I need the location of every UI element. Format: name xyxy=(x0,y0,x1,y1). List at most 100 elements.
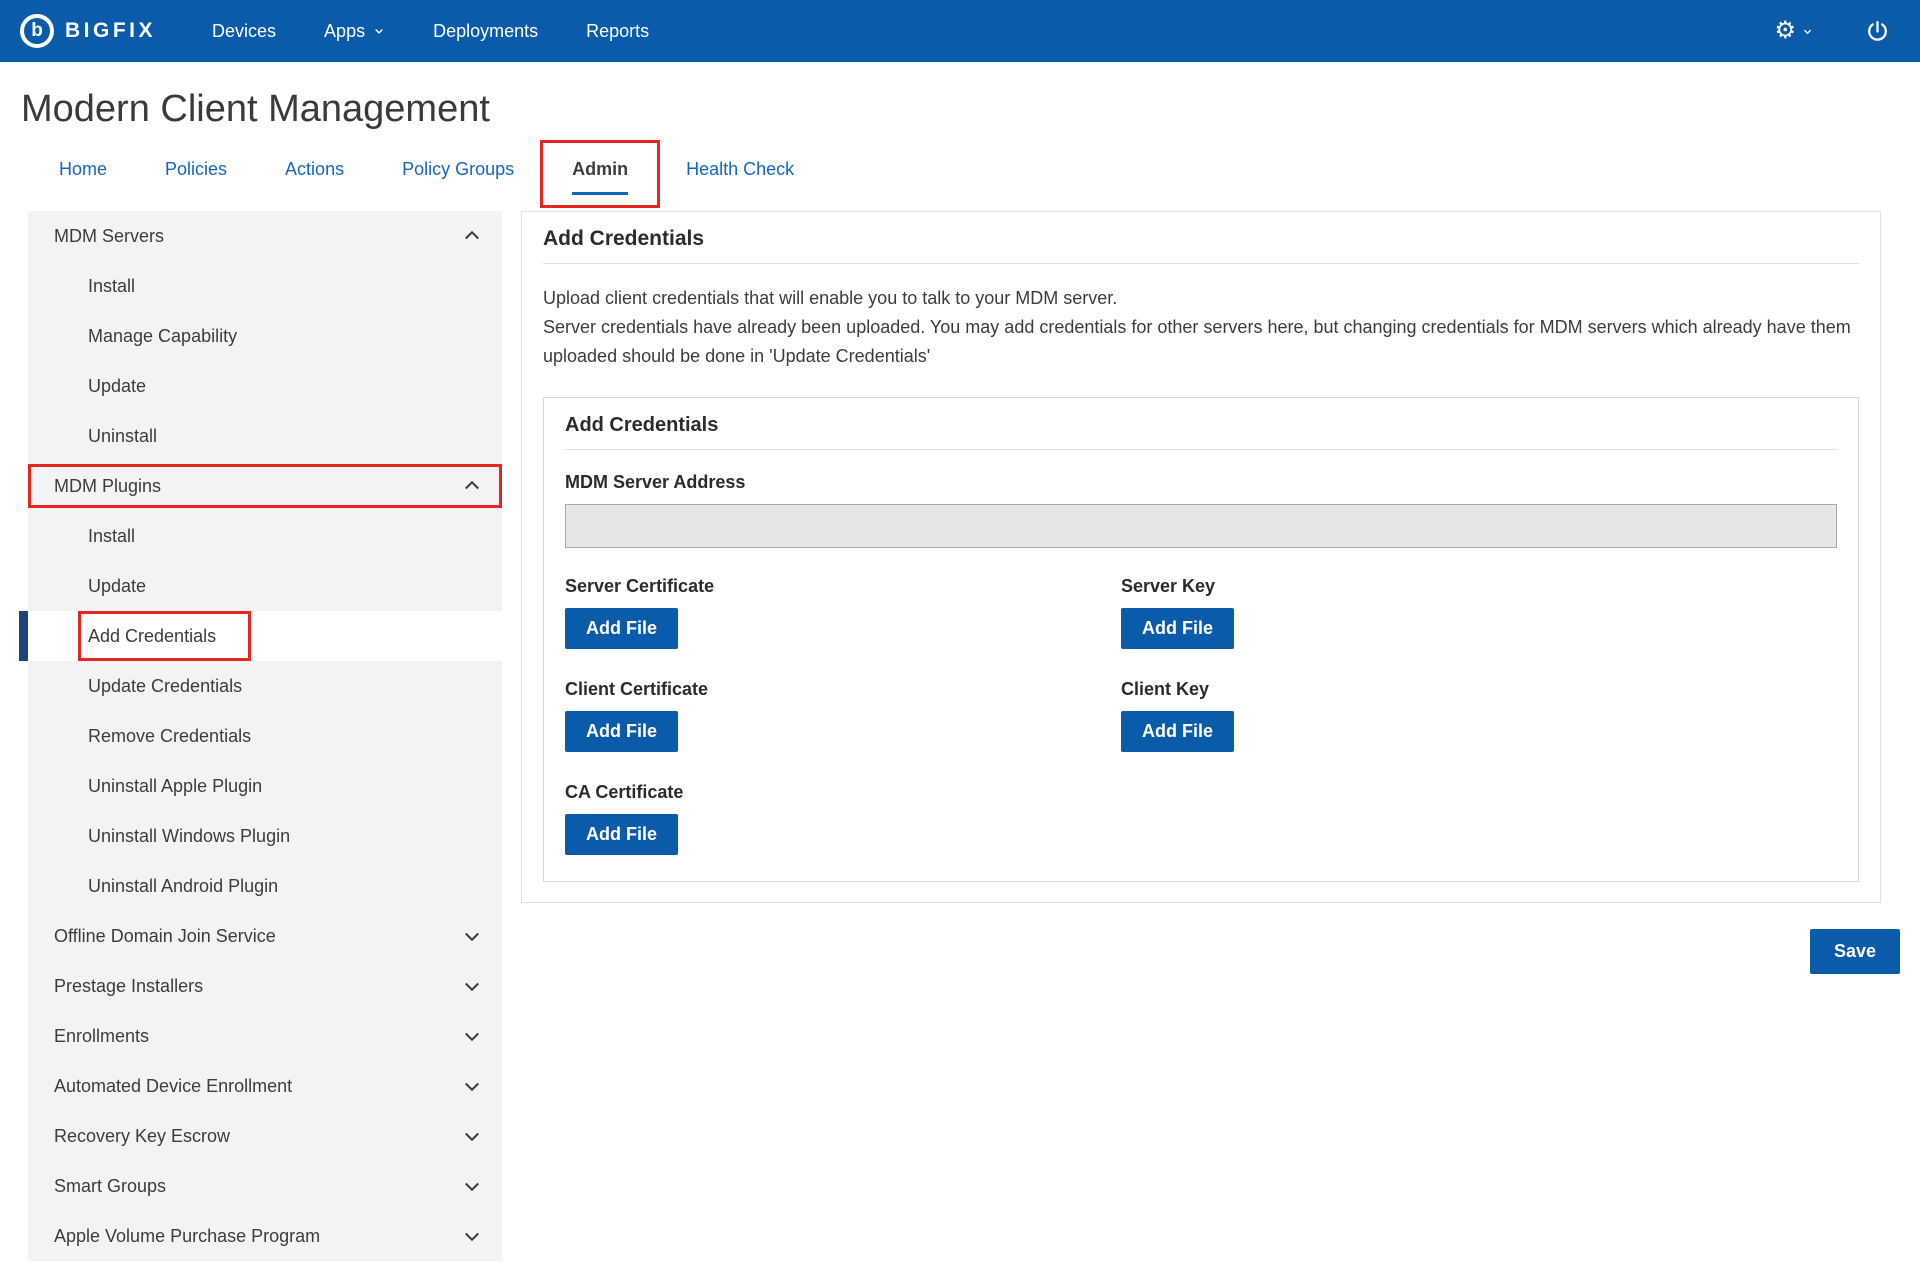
mdm-server-address-input[interactable] xyxy=(565,504,1837,548)
page-title: Modern Client Management xyxy=(21,88,1920,131)
tab-label: Home xyxy=(59,159,107,179)
main-content: Add Credentials Upload client credential… xyxy=(521,211,1900,974)
sidebar-item-label: Install xyxy=(88,276,135,297)
chevron-down-icon xyxy=(462,1176,482,1196)
sidebar-item-mdm-servers-uninstall[interactable]: Uninstall xyxy=(28,411,502,461)
add-file-button-client-certificate[interactable]: Add File xyxy=(565,711,678,752)
sidebar-section-prestage-installers[interactable]: Prestage Installers xyxy=(28,961,502,1011)
nav-item-apps[interactable]: Apps xyxy=(300,0,409,62)
bigfix-logo-icon: b xyxy=(20,14,54,48)
sidebar-item-label: Update xyxy=(88,576,146,597)
logout-button[interactable] xyxy=(1865,19,1890,44)
sidebar-item-label: Uninstall Windows Plugin xyxy=(88,826,290,847)
field-label: Server Key xyxy=(1121,576,1837,597)
sidebar-section-label: MDM Plugins xyxy=(54,476,462,497)
sidebar-section-recovery-key-escrow[interactable]: Recovery Key Escrow xyxy=(28,1111,502,1161)
panel-heading: Add Credentials xyxy=(543,227,1859,264)
settings-menu-button[interactable]: ⚙ xyxy=(1774,19,1813,43)
tab-label: Policies xyxy=(165,159,227,179)
sidebar-item-label: Uninstall Android Plugin xyxy=(88,876,278,897)
field-label: Client Certificate xyxy=(565,679,1121,700)
tab-home[interactable]: Home xyxy=(30,139,136,209)
chevron-down-icon xyxy=(373,25,385,37)
tab-admin[interactable]: Admin xyxy=(543,139,657,209)
sidebar-item-label: Update xyxy=(88,376,146,397)
sidebar-section-label: Offline Domain Join Service xyxy=(54,926,462,947)
chevron-down-icon xyxy=(462,976,482,996)
add-file-button-server-certificate[interactable]: Add File xyxy=(565,608,678,649)
mdm-server-address-label: MDM Server Address xyxy=(565,472,1837,493)
sidebar-item-label: Uninstall xyxy=(88,426,157,447)
chevron-down-icon xyxy=(462,1026,482,1046)
sidebar-item-uninstall-apple-plugin[interactable]: Uninstall Apple Plugin xyxy=(28,761,502,811)
sidebar-section-apple-volume-purchase-program[interactable]: Apple Volume Purchase Program xyxy=(28,1211,502,1261)
sidebar-section-label: Automated Device Enrollment xyxy=(54,1076,462,1097)
sidebar-item-mdm-plugins-update[interactable]: Update xyxy=(28,561,502,611)
description-line: Upload client credentials that will enab… xyxy=(543,284,1859,313)
tab-health-check[interactable]: Health Check xyxy=(657,139,823,209)
tab-policy-groups[interactable]: Policy Groups xyxy=(373,139,543,209)
sidebar-section-label: Prestage Installers xyxy=(54,976,462,997)
power-icon xyxy=(1865,19,1890,44)
tab-label: Policy Groups xyxy=(402,159,514,179)
sidebar-item-mdm-servers-update[interactable]: Update xyxy=(28,361,502,411)
tab-policies[interactable]: Policies xyxy=(136,139,256,209)
chevron-down-icon xyxy=(462,1076,482,1096)
field-ca-certificate: CA Certificate Add File xyxy=(565,782,1121,855)
field-label: Client Key xyxy=(1121,679,1837,700)
sidebar-item-mdm-plugins-add-credentials[interactable]: Add Credentials xyxy=(28,611,502,661)
credential-fields-grid: Server Certificate Add File Server Key A… xyxy=(565,576,1837,855)
field-label: Server Certificate xyxy=(565,576,1121,597)
tab-label: Actions xyxy=(285,159,344,179)
chevron-down-icon xyxy=(462,926,482,946)
add-credentials-panel: Add Credentials Upload client credential… xyxy=(521,211,1881,903)
add-credentials-card: Add Credentials MDM Server Address Serve… xyxy=(543,397,1859,882)
sidebar-item-label: Install xyxy=(88,526,135,547)
nav-item-label: Reports xyxy=(586,21,649,42)
add-file-button-server-key[interactable]: Add File xyxy=(1121,608,1234,649)
sidebar-item-uninstall-android-plugin[interactable]: Uninstall Android Plugin xyxy=(28,861,502,911)
content-layout: MDM Servers Install Manage Capability Up… xyxy=(0,211,1920,1261)
top-navbar: b BIGFIX Devices Apps Deployments Report… xyxy=(0,0,1920,62)
sidebar-item-mdm-plugins-update-credentials[interactable]: Update Credentials xyxy=(28,661,502,711)
sidebar-section-smart-groups[interactable]: Smart Groups xyxy=(28,1161,502,1211)
tab-actions[interactable]: Actions xyxy=(256,139,373,209)
card-heading: Add Credentials xyxy=(565,414,1837,450)
nav-item-label: Apps xyxy=(324,21,365,42)
nav-item-label: Deployments xyxy=(433,21,538,42)
field-server-key: Server Key Add File xyxy=(1121,576,1837,649)
field-server-certificate: Server Certificate Add File xyxy=(565,576,1121,649)
nav-item-reports[interactable]: Reports xyxy=(562,0,673,62)
sidebar-section-label: Enrollments xyxy=(54,1026,462,1047)
sidebar-item-mdm-plugins-install[interactable]: Install xyxy=(28,511,502,561)
sidebar-section-enrollments[interactable]: Enrollments xyxy=(28,1011,502,1061)
admin-sidebar: MDM Servers Install Manage Capability Up… xyxy=(28,211,502,1261)
sidebar-item-mdm-plugins-remove-credentials[interactable]: Remove Credentials xyxy=(28,711,502,761)
sidebar-section-offline-domain-join-service[interactable]: Offline Domain Join Service xyxy=(28,911,502,961)
bigfix-logo[interactable]: b BIGFIX xyxy=(20,14,156,48)
sidebar-section-mdm-servers[interactable]: MDM Servers xyxy=(28,211,502,261)
nav-item-deployments[interactable]: Deployments xyxy=(409,0,562,62)
sidebar-section-mdm-plugins[interactable]: MDM Plugins xyxy=(28,461,502,511)
selected-indicator xyxy=(19,611,28,661)
sidebar-item-label: Update Credentials xyxy=(88,676,242,697)
sidebar-item-label: Uninstall Apple Plugin xyxy=(88,776,262,797)
sidebar-section-label: MDM Servers xyxy=(54,226,462,247)
sidebar-item-label: Remove Credentials xyxy=(88,726,251,747)
field-label: CA Certificate xyxy=(565,782,1121,803)
tab-label: Health Check xyxy=(686,159,794,179)
sidebar-item-mdm-servers-manage-capability[interactable]: Manage Capability xyxy=(28,311,502,361)
add-file-button-ca-certificate[interactable]: Add File xyxy=(565,814,678,855)
add-file-button-client-key[interactable]: Add File xyxy=(1121,711,1234,752)
nav-item-label: Devices xyxy=(212,21,276,42)
sidebar-item-uninstall-windows-plugin[interactable]: Uninstall Windows Plugin xyxy=(28,811,502,861)
sidebar-section-automated-device-enrollment[interactable]: Automated Device Enrollment xyxy=(28,1061,502,1111)
top-nav: Devices Apps Deployments Reports xyxy=(188,0,673,62)
nav-item-devices[interactable]: Devices xyxy=(188,0,300,62)
sidebar-item-mdm-servers-install[interactable]: Install xyxy=(28,261,502,311)
sidebar-section-label: Smart Groups xyxy=(54,1176,462,1197)
field-client-key: Client Key Add File xyxy=(1121,679,1837,752)
panel-description: Upload client credentials that will enab… xyxy=(543,284,1859,371)
save-button[interactable]: Save xyxy=(1810,929,1900,974)
chevron-down-icon xyxy=(462,1126,482,1146)
